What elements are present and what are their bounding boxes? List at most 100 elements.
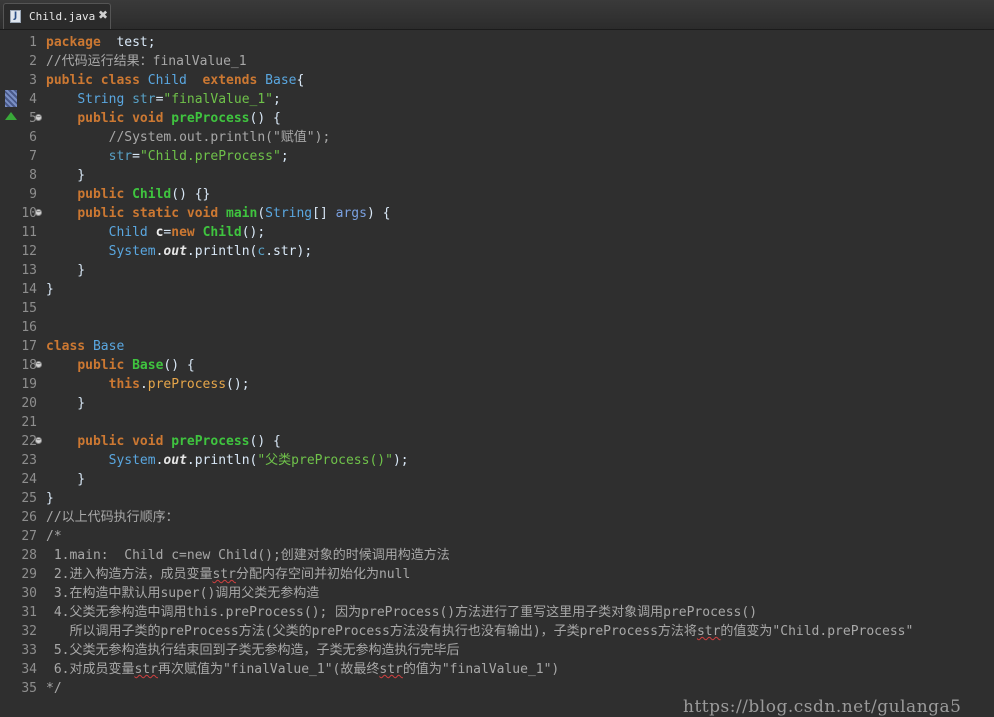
- code-text: public Base() {: [46, 356, 194, 375]
- code-line[interactable]: 7 str="Child.preProcess";: [0, 147, 994, 166]
- code-editor[interactable]: 1 package test; 2 //代码运行结果：finalValue_1 3 pub…: [0, 30, 994, 717]
- code-line[interactable]: 28 1.main: Child c=new Child();创建对象的时候调用…: [0, 546, 994, 565]
- code-line[interactable]: 9 public Child() {}: [0, 185, 994, 204]
- line-number: 13: [21, 263, 37, 278]
- code-line[interactable]: 8 }: [0, 166, 994, 185]
- code-token: test;: [100, 35, 156, 50]
- code-text: package test;: [46, 33, 156, 52]
- code-text: /*: [46, 527, 62, 546]
- line-number: 16: [21, 320, 37, 335]
- code-line[interactable]: 3 public class Child extends Base{: [0, 71, 994, 90]
- code-line[interactable]: 34 6.对成员变量str再次赋值为"finalValue_1"(故最终str的…: [0, 660, 994, 679]
- code-line[interactable]: 31 4.父类无参构造中调用this.preProcess(); 因为prePr…: [0, 603, 994, 622]
- code-token: str: [212, 567, 236, 582]
- code-line[interactable]: 13 }: [0, 261, 994, 280]
- code-token: //代码运行结果：finalValue_1: [46, 54, 247, 69]
- code-token: }: [46, 168, 86, 183]
- code-line[interactable]: 15: [0, 299, 994, 318]
- code-line[interactable]: 19 this.preProcess();: [0, 375, 994, 394]
- code-line[interactable]: 27 /*: [0, 527, 994, 546]
- fold-toggle-icon[interactable]: −: [35, 209, 42, 216]
- code-text: System.out.println(c.str);: [46, 242, 313, 261]
- code-token: {: [296, 73, 305, 88]
- code-line[interactable]: 4 String str="finalValue_1";: [0, 90, 994, 109]
- code-token: ;: [280, 149, 289, 164]
- code-line[interactable]: 25}: [0, 489, 994, 508]
- code-line[interactable]: 32 所以调用子类的preProcess方法(父类的preProcess方法没有…: [0, 622, 994, 641]
- code-line[interactable]: 12 System.out.println(c.str);: [0, 242, 994, 261]
- code-line[interactable]: 26 //以上代码执行顺序：: [0, 508, 994, 527]
- line-number: 15: [21, 301, 37, 316]
- code-line[interactable]: 16: [0, 318, 994, 337]
- code-line[interactable]: 29 2.进入构造方法，成员变量str分配内存空间并初始化为null: [0, 565, 994, 584]
- code-line[interactable]: 5− public void preProcess() {: [0, 109, 994, 128]
- code-token: System: [108, 244, 156, 259]
- code-token: class: [46, 339, 93, 354]
- code-text: 2.进入构造方法，成员变量str分配内存空间并初始化为null: [46, 565, 410, 584]
- code-text: public class Child extends Base{: [46, 71, 304, 90]
- code-text: //以上代码执行顺序：: [46, 508, 179, 527]
- code-line[interactable]: 30 3.在构造中默认用super()调用父类无参构造: [0, 584, 994, 603]
- line-number: 32: [21, 624, 37, 639]
- code-text: }: [46, 394, 85, 413]
- code-token: str: [134, 662, 158, 677]
- close-tab-icon[interactable]: ✖: [98, 8, 108, 22]
- code-text: //System.out.println("赋值");: [46, 128, 331, 147]
- line-number: 14: [21, 282, 37, 297]
- code-token: 再次赋值为"finalValue_1"(故最终: [157, 662, 380, 677]
- code-token: c: [257, 244, 266, 259]
- code-line[interactable]: 6 //System.out.println("赋值");: [0, 128, 994, 147]
- code-line[interactable]: 35 */: [0, 679, 994, 698]
- code-text: }: [46, 280, 54, 299]
- code-token: str: [379, 662, 403, 677]
- code-token: }: [46, 282, 54, 297]
- code-line[interactable]: 20 }: [0, 394, 994, 413]
- code-line[interactable]: 33 5.父类无参构造执行结束回到子类无参构造，子类无参构造执行完毕后: [0, 641, 994, 660]
- code-token: .println(: [186, 244, 258, 259]
- fold-toggle-icon[interactable]: −: [35, 437, 42, 444]
- code-token: preProcess: [147, 377, 227, 392]
- code-token: "父类preProcess()": [257, 453, 393, 468]
- code-token: //System.out.println("赋值");: [108, 130, 331, 145]
- code-text: class Base: [46, 337, 124, 356]
- code-token: 5.父类无参构造执行结束回到子类无参构造，子类无参构造执行完毕后: [46, 643, 460, 658]
- code-line[interactable]: 11 Child c=new Child();: [0, 223, 994, 242]
- code-line[interactable]: 23 System.out.println("父类preProcess()");: [0, 451, 994, 470]
- tab-child-java[interactable]: J Child.java ✖: [3, 3, 111, 29]
- code-token: public: [77, 358, 133, 373]
- code-line[interactable]: 10− public static void main(String[] arg…: [0, 204, 994, 223]
- code-text: 4.父类无参构造中调用this.preProcess(); 因为preProce…: [46, 603, 757, 622]
- code-text: System.out.println("父类preProcess()");: [46, 451, 409, 470]
- code-token: Base: [132, 358, 164, 373]
- line-number: 2: [29, 54, 37, 69]
- line-number: 26: [21, 510, 37, 525]
- line-number: 7: [29, 149, 37, 164]
- code-token: .: [139, 377, 148, 392]
- tab-title: Child.java: [29, 10, 96, 23]
- code-line[interactable]: 21: [0, 413, 994, 432]
- code-line[interactable]: 24 }: [0, 470, 994, 489]
- fold-toggle-icon[interactable]: −: [35, 114, 42, 121]
- code-line[interactable]: 14}: [0, 280, 994, 299]
- line-number: 27: [21, 529, 37, 544]
- code-line[interactable]: 22− public void preProcess() {: [0, 432, 994, 451]
- line-number: 1: [29, 35, 37, 50]
- code-token: String: [77, 92, 133, 107]
- code-line[interactable]: 18− public Base() {: [0, 356, 994, 375]
- code-token: Child: [202, 225, 242, 240]
- line-number: 3: [29, 73, 37, 88]
- fold-toggle-icon[interactable]: −: [35, 361, 42, 368]
- editor-tab-bar: J Child.java ✖: [0, 0, 994, 30]
- line-number: 29: [21, 567, 37, 582]
- code-token: Child: [108, 225, 156, 240]
- code-line[interactable]: 2 //代码运行结果：finalValue_1: [0, 52, 994, 71]
- code-text: public void preProcess() {: [46, 432, 281, 451]
- code-token: 6.对成员变量: [46, 662, 135, 677]
- code-text: 3.在构造中默认用super()调用父类无参构造: [46, 584, 319, 603]
- code-line[interactable]: 17 class Base: [0, 337, 994, 356]
- code-token: public static void: [77, 206, 227, 221]
- code-line[interactable]: 1 package test;: [0, 33, 994, 52]
